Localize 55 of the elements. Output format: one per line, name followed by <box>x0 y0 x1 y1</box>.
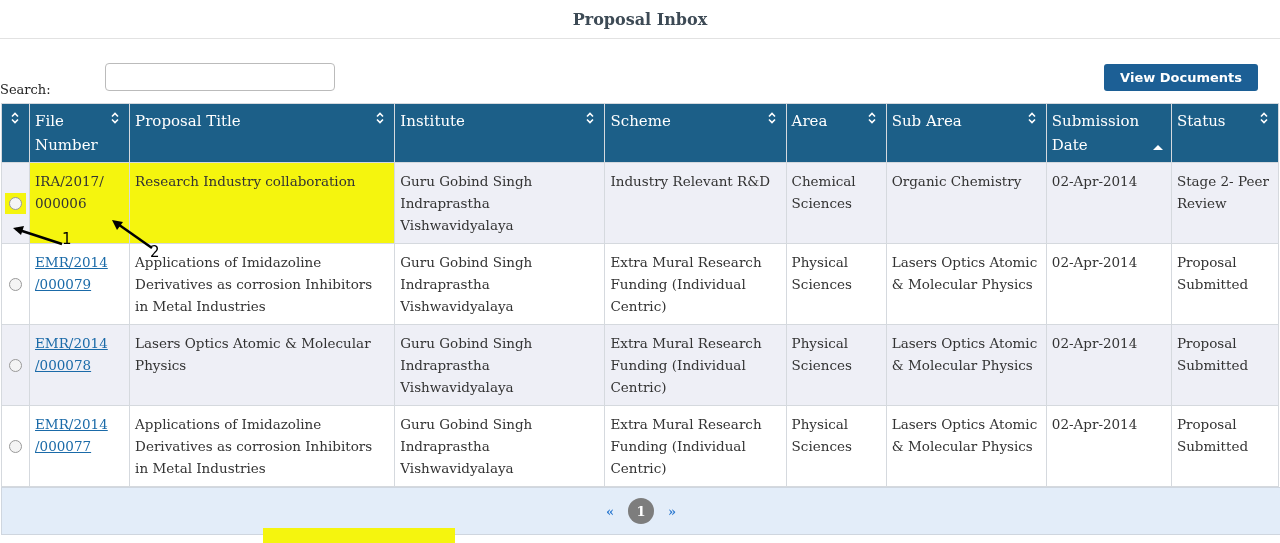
sort-icon <box>585 112 596 124</box>
table-cell: Proposal Submitted <box>1176 335 1249 373</box>
row-radio[interactable] <box>9 359 22 372</box>
table-cell: Lasers Optics Atomic & Molecular Physics <box>891 416 1038 454</box>
table-cell: Research Industry collaboration <box>135 173 356 189</box>
table-cell: Organic Chemistry <box>891 173 1022 189</box>
table-cell: 02-Apr-2014 <box>1051 416 1138 432</box>
column-header[interactable]: Sub Area <box>886 103 1047 163</box>
table-cell: Physical Sciences <box>791 335 852 373</box>
column-header[interactable]: Submission Date <box>1046 103 1172 163</box>
table-cell: Proposal Submitted <box>1176 254 1249 292</box>
search-label: Search: <box>0 82 51 97</box>
table-cell: Proposal Submitted <box>1176 416 1249 454</box>
table-cell: IRA/2017/ 000006 <box>35 173 104 211</box>
sort-icon <box>375 112 386 124</box>
column-header[interactable]: Proposal Title <box>129 103 395 163</box>
table-cell: Applications of Imidazoline Derivatives as corrosion Inhibitors in Metal Industries <box>135 416 373 476</box>
table-cell: Extra Mural Research Funding (Individual Centric) <box>610 416 762 476</box>
table-cell: Stage 2- Peer Review <box>1176 173 1269 211</box>
column-header[interactable]: Scheme <box>604 103 787 163</box>
column-header[interactable] <box>1 103 30 163</box>
table-cell: Guru Gobind Singh Indraprastha Vishwavidyalaya <box>400 335 533 395</box>
table-cell: 02-Apr-2014 <box>1051 173 1138 189</box>
sort-icon <box>110 112 121 124</box>
table-cell: Lasers Optics Atomic & Molecular Physics <box>891 335 1038 373</box>
sort-icon <box>866 112 877 124</box>
view-documents-button[interactable]: View Documents <box>1104 63 1258 91</box>
search-field[interactable] <box>104 63 335 91</box>
table-cell: Physical Sciences <box>791 416 852 454</box>
table-cell: Guru Gobind Singh Indraprastha Vishwavidyalaya <box>400 254 533 314</box>
page-title: Proposal Inbox <box>0 0 1280 39</box>
table-cell: Guru Gobind Singh Indraprastha Vishwavidyalaya <box>400 416 533 476</box>
table-cell: Chemical Sciences <box>791 173 856 211</box>
table-cell: Lasers Optics Atomic & Molecular Physics <box>891 254 1038 292</box>
row-radio[interactable] <box>9 278 22 291</box>
table-cell: Lasers Optics Atomic & Molecular Physics <box>135 335 371 373</box>
previous-page-link[interactable]: « <box>605 503 614 519</box>
table-cell: Physical Sciences <box>791 254 852 292</box>
table-cell: Guru Gobind Singh Indraprastha Vishwavidyalaya <box>400 173 533 233</box>
sort-icon <box>766 112 777 124</box>
table-cell: 02-Apr-2014 <box>1051 335 1138 351</box>
row-radio[interactable] <box>9 440 22 453</box>
sort-icon <box>10 112 20 124</box>
table-cell: Extra Mural Research Funding (Individual Centric) <box>610 335 762 395</box>
table-cell: 02-Apr-2014 <box>1051 254 1138 270</box>
page-number[interactable]: 1 <box>628 498 654 524</box>
table-cell: Extra Mural Research Funding (Individual Centric) <box>610 254 762 314</box>
table-cell: Industry Relevant R&D <box>610 173 771 189</box>
next-page-link[interactable]: » <box>668 503 677 519</box>
sort-icon <box>1026 112 1037 124</box>
column-header[interactable]: Status <box>1171 103 1279 163</box>
column-header[interactable]: File Number <box>29 103 130 163</box>
column-header[interactable]: Institute <box>394 103 605 163</box>
sort-icon <box>1259 112 1269 124</box>
column-header[interactable]: Area <box>786 103 887 163</box>
